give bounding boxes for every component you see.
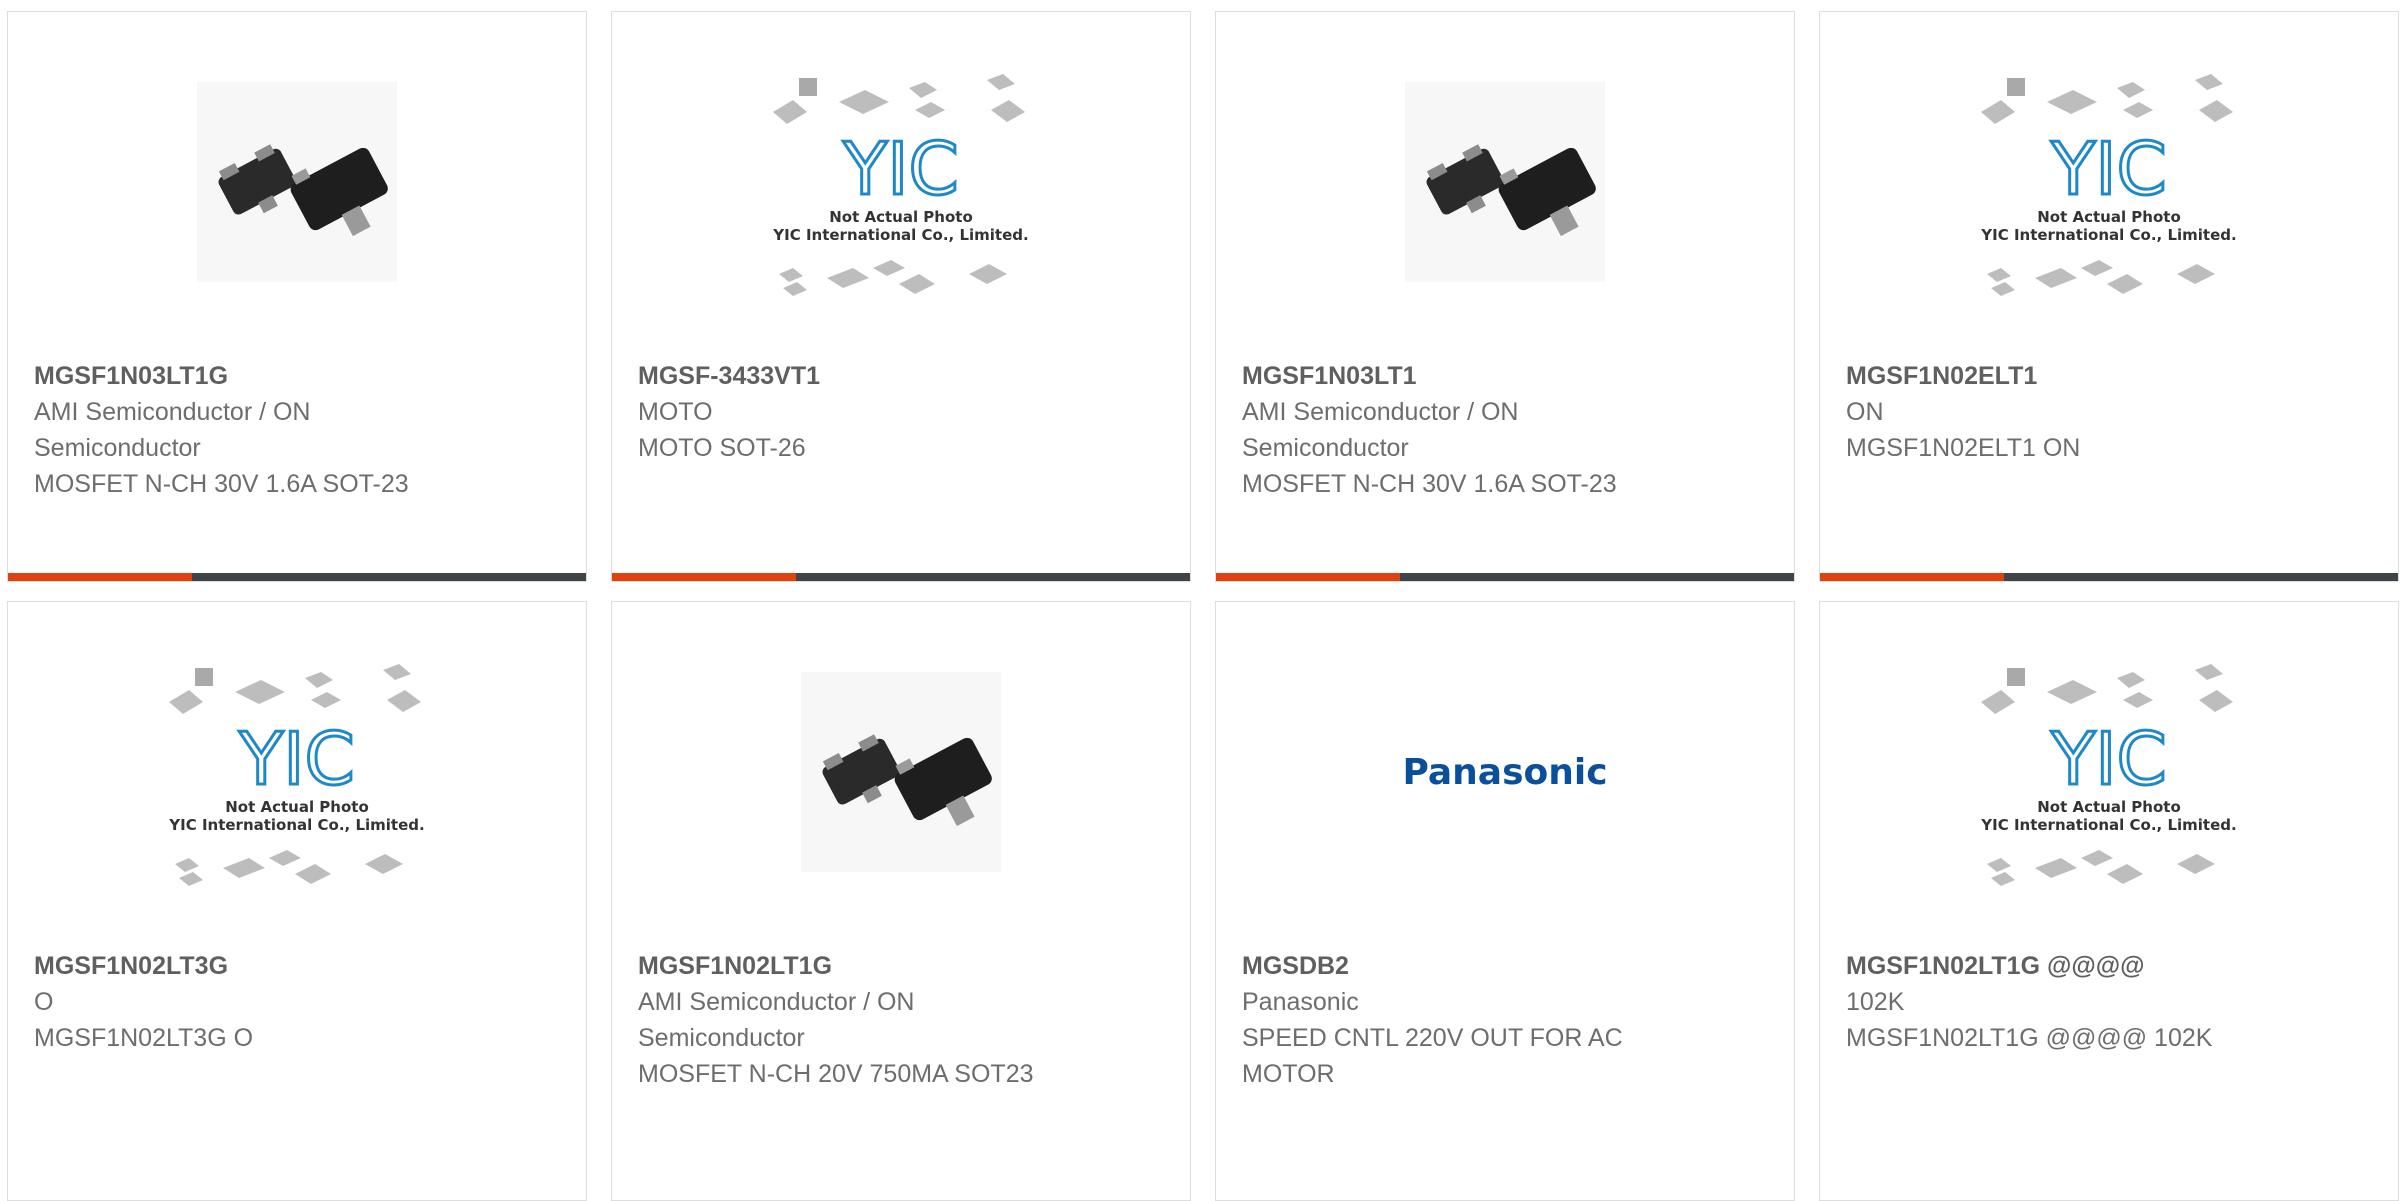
product-card[interactable]: YIC Not Actual Photo YIC International C… bbox=[1819, 11, 2399, 582]
part-number[interactable]: MGSF1N02LT1G bbox=[638, 948, 1078, 984]
yic-logo: YIC bbox=[238, 717, 355, 801]
brand-name: AMI Semiconductor / ON Semiconductor bbox=[34, 398, 311, 462]
card-accent-bar bbox=[8, 573, 192, 581]
part-number[interactable]: MGSF1N02LT3G bbox=[34, 948, 474, 984]
yic-logo: YIC bbox=[2050, 127, 2167, 211]
product-description: MOSFET N-CH 30V 1.6A SOT-23 bbox=[1242, 470, 1617, 498]
product-description: MGSF1N02LT3G O bbox=[34, 1024, 254, 1052]
card-footer-bar bbox=[8, 573, 586, 581]
product-card[interactable]: YIC Not Actual Photo YIC International C… bbox=[1819, 601, 2399, 1201]
sot23-photo bbox=[801, 672, 1001, 872]
placeholder-company: YIC International Co., Limited. bbox=[1980, 816, 2236, 834]
card-footer-bar bbox=[1820, 573, 2398, 581]
brand-name: AMI Semiconductor / ON Semiconductor bbox=[1242, 398, 1519, 462]
sot23-photo bbox=[1405, 82, 1605, 282]
product-description: MOSFET N-CH 30V 1.6A SOT-23 bbox=[34, 470, 409, 498]
brand-name: MOTO bbox=[638, 398, 713, 426]
card-accent-bar bbox=[1216, 573, 1400, 581]
placeholder-company: YIC International Co., Limited. bbox=[168, 816, 424, 834]
part-number[interactable]: MGSF1N03LT1 bbox=[1242, 358, 1682, 394]
product-description: MGSF1N02LT1G @@@@ 102K bbox=[1846, 1024, 2213, 1052]
card-footer-bar bbox=[1216, 573, 1794, 581]
product-card[interactable]: YIC Not Actual Photo YIC International C… bbox=[7, 601, 587, 1201]
brand-name: AMI Semiconductor / ON Semiconductor bbox=[638, 988, 915, 1052]
placeholder-caption: Not Actual Photo bbox=[829, 208, 973, 226]
product-image[interactable]: YIC Not Actual Photo YIC International C… bbox=[612, 12, 1190, 352]
yic-placeholder-image: YIC Not Actual Photo YIC International C… bbox=[1977, 652, 2241, 892]
product-card[interactable]: MGSF1N03LT1G AMI Semiconductor / ON Semi… bbox=[7, 11, 587, 582]
product-image[interactable] bbox=[8, 12, 586, 352]
yic-logo: YIC bbox=[2050, 717, 2167, 801]
product-card[interactable]: YIC Not Actual Photo YIC International C… bbox=[611, 11, 1191, 582]
yic-placeholder-image: YIC Not Actual Photo YIC International C… bbox=[1977, 62, 2241, 302]
product-image[interactable]: YIC Not Actual Photo YIC International C… bbox=[8, 602, 586, 942]
card-footer-bar bbox=[612, 573, 1190, 581]
yic-placeholder-image: YIC Not Actual Photo YIC International C… bbox=[165, 652, 429, 892]
product-description: MOSFET N-CH 20V 750MA SOT23 bbox=[638, 1060, 1034, 1088]
part-number[interactable]: MGSF1N03LT1G bbox=[34, 358, 474, 394]
yic-logo: YIC bbox=[842, 127, 959, 211]
card-accent-bar bbox=[612, 573, 796, 581]
product-card[interactable]: MGSF1N03LT1 AMI Semiconductor / ON Semic… bbox=[1215, 11, 1795, 582]
brand-name: Panasonic bbox=[1242, 988, 1359, 1016]
product-description: MOTO SOT-26 bbox=[638, 434, 806, 462]
product-image[interactable]: YIC Not Actual Photo YIC International C… bbox=[1820, 602, 2398, 942]
brand-name: 102K bbox=[1846, 988, 1905, 1016]
product-card[interactable]: Panasonic MGSDB2 Panasonic SPEED CNTL 22… bbox=[1215, 601, 1795, 1201]
product-image[interactable]: YIC Not Actual Photo YIC International C… bbox=[1820, 12, 2398, 352]
placeholder-company: YIC International Co., Limited. bbox=[1980, 226, 2236, 244]
product-card[interactable]: MGSF1N02LT1G AMI Semiconductor / ON Semi… bbox=[611, 601, 1191, 1201]
card-accent-bar bbox=[1820, 573, 2004, 581]
placeholder-company: YIC International Co., Limited. bbox=[772, 226, 1028, 244]
product-grid: MGSF1N03LT1G AMI Semiconductor / ON Semi… bbox=[0, 0, 2400, 1201]
part-number[interactable]: MGSF-3433VT1 bbox=[638, 358, 1078, 394]
product-description: SPEED CNTL 220V OUT FOR AC MOTOR bbox=[1242, 1024, 1623, 1088]
placeholder-caption: Not Actual Photo bbox=[2037, 798, 2181, 816]
product-image[interactable]: Panasonic bbox=[1216, 602, 1794, 942]
panasonic-logo: Panasonic bbox=[1402, 751, 1608, 793]
placeholder-caption: Not Actual Photo bbox=[2037, 208, 2181, 226]
product-description: MGSF1N02ELT1 ON bbox=[1846, 434, 2081, 462]
product-image[interactable] bbox=[612, 602, 1190, 942]
yic-placeholder-image: YIC Not Actual Photo YIC International C… bbox=[769, 62, 1033, 302]
brand-name: O bbox=[34, 988, 54, 1016]
brand-name: ON bbox=[1846, 398, 1884, 426]
product-image[interactable] bbox=[1216, 12, 1794, 352]
placeholder-caption: Not Actual Photo bbox=[225, 798, 369, 816]
sot23-photo bbox=[197, 82, 397, 282]
part-number[interactable]: MGSF1N02ELT1 bbox=[1846, 358, 2286, 394]
part-number[interactable]: MGSF1N02LT1G @@@@ bbox=[1846, 948, 2286, 984]
part-number[interactable]: MGSDB2 bbox=[1242, 948, 1682, 984]
